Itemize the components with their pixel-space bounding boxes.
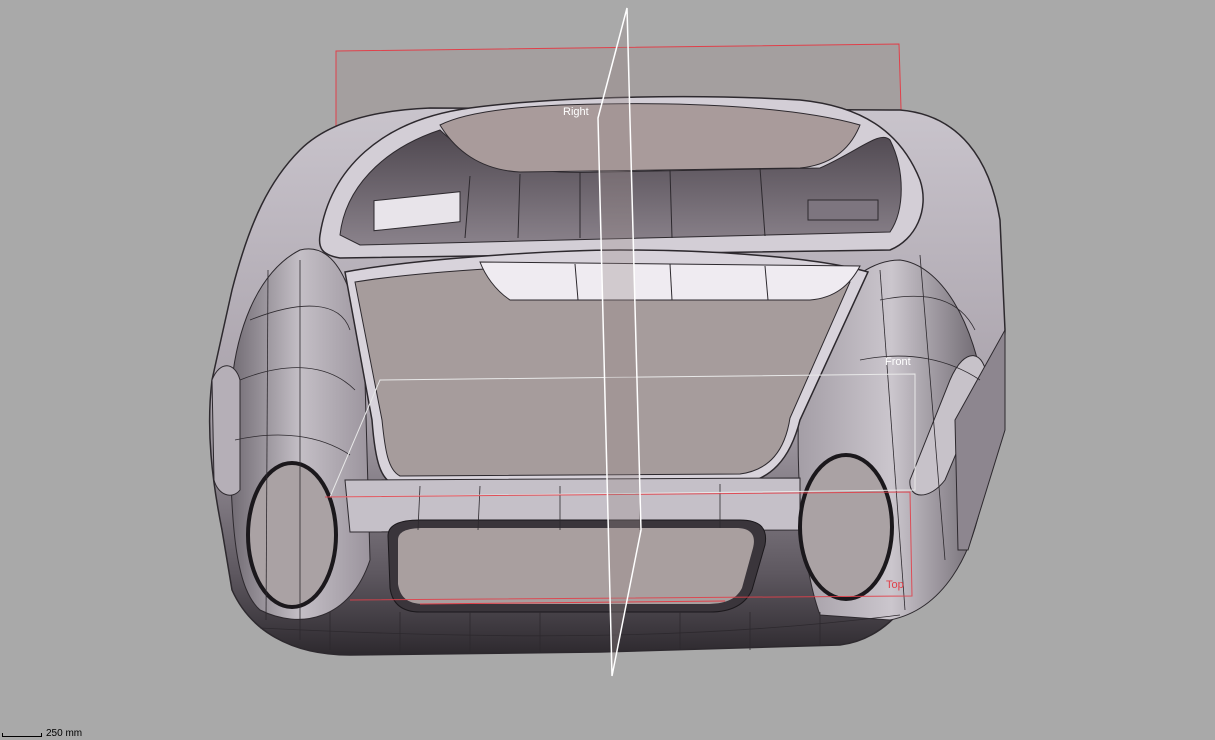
right-headlight-opening: [798, 453, 894, 601]
scale-bar-line: [2, 733, 42, 737]
left-headlight-opening: [246, 461, 338, 609]
front-plane-label: Front: [885, 356, 911, 368]
right-plane-label: Right: [563, 106, 589, 118]
3d-viewport[interactable]: Right Front Top 250 mm: [0, 0, 1215, 740]
scale-bar-label: 250 mm: [46, 728, 83, 739]
grille-opening: [398, 528, 754, 604]
car-model-scene[interactable]: [0, 0, 1215, 740]
cabin-opening: [439, 103, 861, 173]
scale-bar: 250 mm: [2, 727, 82, 739]
interior-panel-right: [807, 199, 879, 221]
left-scoop: [211, 365, 241, 496]
top-plane-label: Top: [886, 579, 904, 591]
